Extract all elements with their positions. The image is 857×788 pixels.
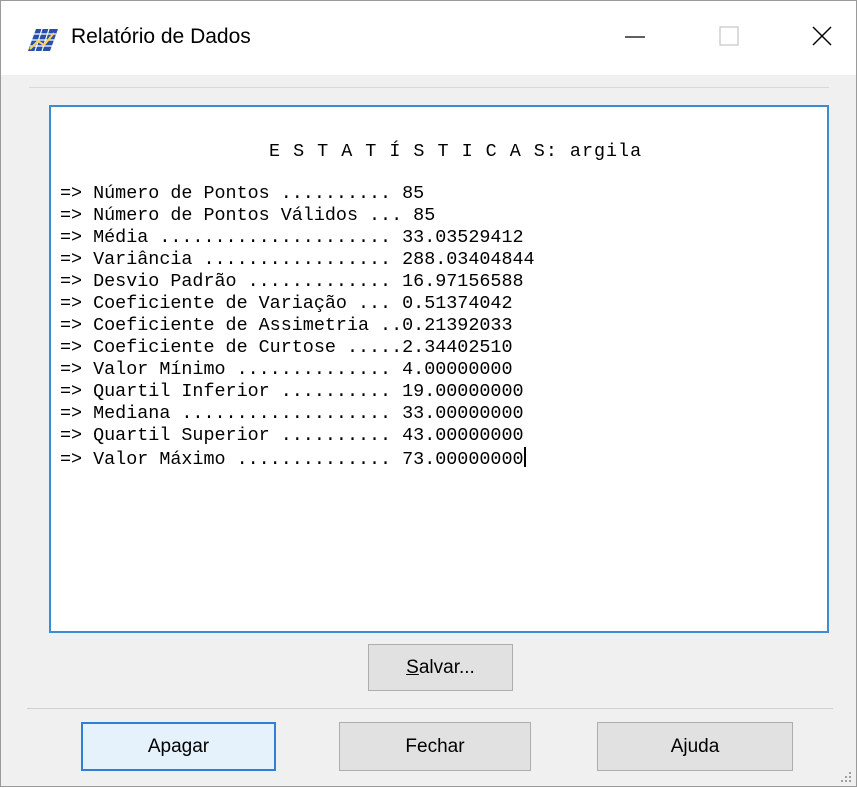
report-text-area[interactable]: E S T A T Í S T I C A S: argila => Númer… <box>49 105 829 633</box>
save-label: alvar... <box>418 656 475 678</box>
button-separator <box>27 708 833 709</box>
maximize-button[interactable] <box>697 11 761 63</box>
report-line-text: => Valor Máximo .............. 73.000000… <box>60 449 524 470</box>
apagar-button[interactable]: Apagar <box>81 722 276 771</box>
report-line-last: => Valor Máximo .............. 73.000000… <box>60 447 535 470</box>
report-line: => Valor Mínimo .............. 4.0000000… <box>60 359 513 380</box>
report-window: Relatório de Dados E S T A T Í S T I C A… <box>0 0 857 787</box>
save-mnemonic: S <box>406 656 419 678</box>
report-line: => Coeficiente de Assimetria ..0.2139203… <box>60 315 513 336</box>
report-line: => Variância ................. 288.03404… <box>60 249 535 270</box>
title-bar[interactable]: Relatório de Dados <box>1 1 856 75</box>
close-button[interactable] <box>790 11 854 63</box>
grid-chart-icon <box>26 23 60 53</box>
minimize-button[interactable] <box>603 11 667 63</box>
group-divider <box>29 87 829 88</box>
report-lines: => Número de Pontos .......... 85 => Núm… <box>60 183 535 470</box>
report-line: => Coeficiente de Variação ... 0.5137404… <box>60 293 513 314</box>
minimize-icon <box>625 36 645 38</box>
save-button[interactable]: Salvar... <box>368 644 513 691</box>
report-line: => Desvio Padrão ............. 16.971565… <box>60 271 524 292</box>
close-icon <box>812 26 832 46</box>
report-line: => Número de Pontos .......... 85 <box>60 183 425 204</box>
fechar-button[interactable]: Fechar <box>339 722 531 771</box>
report-line: => Mediana ................... 33.000000… <box>60 403 524 424</box>
report-line: => Coeficiente de Curtose .....2.3440251… <box>60 337 513 358</box>
report-line: => Número de Pontos Válidos ... 85 <box>60 205 436 226</box>
ajuda-button[interactable]: Ajuda <box>597 722 793 771</box>
report-line: => Quartil Superior .......... 43.000000… <box>60 425 524 446</box>
window-title: Relatório de Dados <box>71 25 251 48</box>
text-caret <box>523 447 526 467</box>
report-line: => Média ..................... 33.035294… <box>60 227 524 248</box>
maximize-icon <box>719 26 739 46</box>
report-heading: E S T A T Í S T I C A S: argila <box>269 141 643 162</box>
resize-grip-icon[interactable] <box>840 770 852 782</box>
report-line: => Quartil Inferior .......... 19.000000… <box>60 381 524 402</box>
